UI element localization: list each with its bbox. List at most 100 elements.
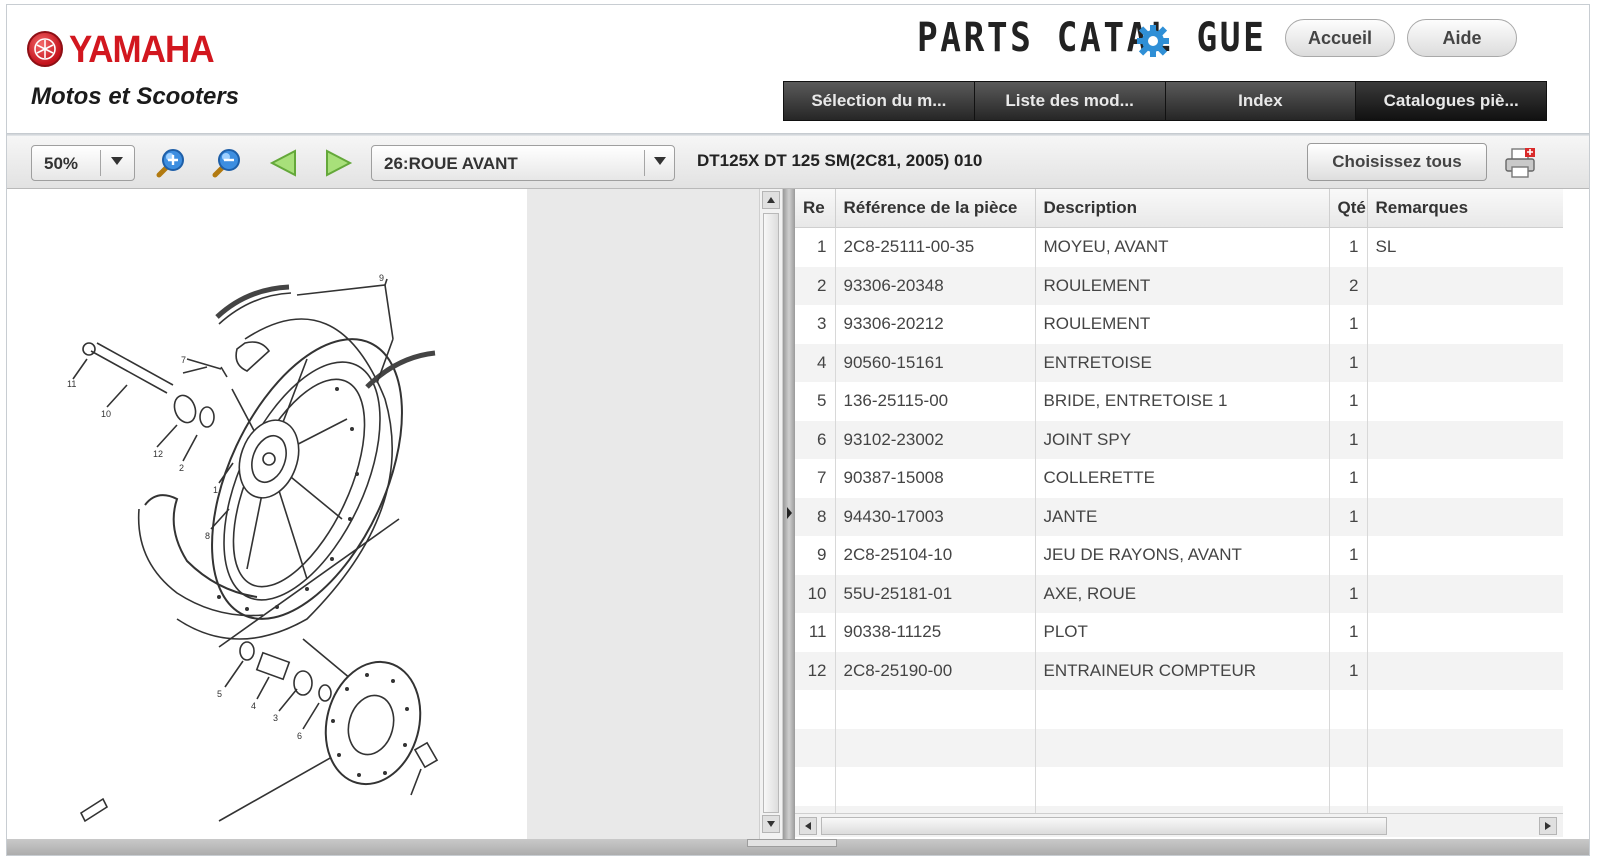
previous-page-icon[interactable] <box>267 146 301 180</box>
cell-remarks <box>1367 266 1563 305</box>
zoom-in-icon[interactable] <box>153 146 187 180</box>
scroll-right-button[interactable] <box>1539 817 1557 835</box>
exploded-diagram[interactable]: 11 10 12 2 1 8 9 7 5 4 3 6 <box>7 189 527 839</box>
table-row[interactable]: 3 93306-20212 ROULEMENT 1 <box>795 305 1563 344</box>
cell-quantity: 1 <box>1329 536 1368 575</box>
help-button[interactable]: Aide <box>1407 19 1517 57</box>
pane-splitter[interactable] <box>783 189 795 839</box>
table-row[interactable]: 7 90387-15008 COLLERETTE 1 <box>795 459 1563 498</box>
table-row[interactable]: 1 2C8-25111-00-35 MOYEU, AVANT 1 SL <box>795 227 1563 267</box>
cell-description: COLLERETTE <box>1035 459 1330 498</box>
select-all-button[interactable]: Choisissez tous <box>1307 143 1487 181</box>
chevron-down-icon <box>654 157 666 165</box>
select-divider <box>100 150 101 176</box>
cell-remarks <box>1367 613 1563 652</box>
cell-part-number: 93102-23002 <box>835 420 1036 459</box>
callout-label: 11 <box>67 379 76 389</box>
chevron-down-icon <box>111 157 123 165</box>
cell-remarks <box>1367 651 1563 690</box>
callout-label: 6 <box>297 731 302 741</box>
table-row[interactable]: 12 2C8-25190-00 ENTRAINEUR COMPTEUR 1 <box>795 651 1563 690</box>
zoom-select[interactable]: 50% <box>31 145 135 181</box>
scrollbar-thumb[interactable] <box>763 213 779 813</box>
table-row[interactable]: 4 90560-15161 ENTRETOISE 1 <box>795 343 1563 382</box>
print-icon[interactable] <box>1503 146 1539 180</box>
diagram-vertical-scrollbar[interactable] <box>759 189 783 839</box>
page-select[interactable]: 26:ROUE AVANT <box>371 145 675 181</box>
next-page-icon[interactable] <box>321 146 355 180</box>
cell-part-number: 2C8-25190-00 <box>835 651 1036 690</box>
column-header-description[interactable]: Description <box>1035 189 1330 228</box>
cell-description: JEU DE RAYONS, AVANT <box>1035 536 1330 575</box>
empty-cell <box>1367 690 1563 729</box>
cell-ref: 7 <box>795 459 836 498</box>
table-row[interactable]: 5 136-25115-00 BRIDE, ENTRETOISE 11 <box>795 382 1563 421</box>
brand-logo: YAMAHA <box>69 29 215 71</box>
cell-quantity: 1 <box>1329 574 1368 613</box>
column-header-ref[interactable]: Re <box>795 189 836 228</box>
gear-icon <box>1137 25 1169 57</box>
column-header-part-number[interactable]: Référence de la pièce <box>835 189 1036 228</box>
cell-ref: 1 <box>795 227 836 267</box>
callout-label: 4 <box>251 701 256 711</box>
cell-description: ENTRETOISE <box>1035 343 1330 382</box>
page-value: 26:ROUE AVANT <box>384 154 518 173</box>
toolbar: 50% 26:ROUE AVANT DT125X DT 125 SM(2C81,… <box>7 136 1589 189</box>
table-row[interactable]: 10 55U-25181-01 AXE, ROUE 1 <box>795 574 1563 613</box>
cell-description: PLOT <box>1035 613 1330 652</box>
scroll-up-button[interactable] <box>762 191 780 209</box>
empty-cell <box>1367 805 1563 813</box>
callout-label: 5 <box>217 689 222 699</box>
cell-description: AXE, ROUE <box>1035 574 1330 613</box>
catalogue-title: PARTS CATAL GUE <box>917 15 1267 61</box>
table-row[interactable]: 8 94430-17003 JANTE 1 <box>795 497 1563 536</box>
empty-cell <box>835 690 1036 729</box>
cell-quantity: 1 <box>1329 420 1368 459</box>
cell-remarks <box>1367 536 1563 575</box>
table-horizontal-scrollbar[interactable] <box>795 813 1563 837</box>
cell-remarks <box>1367 497 1563 536</box>
cell-remarks <box>1367 574 1563 613</box>
empty-cell <box>1035 728 1330 767</box>
cell-part-number: 55U-25181-01 <box>835 574 1036 613</box>
cell-remarks <box>1367 382 1563 421</box>
cell-part-number: 93306-20212 <box>835 305 1036 344</box>
tab-parts-catalogues[interactable]: Catalogues piè... <box>1356 82 1546 120</box>
cell-ref: 3 <box>795 305 836 344</box>
zoom-out-icon[interactable] <box>209 146 243 180</box>
cell-ref: 8 <box>795 497 836 536</box>
cell-remarks <box>1367 343 1563 382</box>
cell-description: JANTE <box>1035 497 1330 536</box>
cell-ref: 2 <box>795 266 836 305</box>
cell-remarks <box>1367 420 1563 459</box>
table-row[interactable]: 11 90338-11125 PLOT 1 <box>795 613 1563 652</box>
cell-description: ROULEMENT <box>1035 266 1330 305</box>
scroll-left-button[interactable] <box>799 817 817 835</box>
cell-quantity: 2 <box>1329 266 1368 305</box>
column-header-quantity[interactable]: Qté <box>1329 189 1368 228</box>
home-button[interactable]: Accueil <box>1285 19 1395 57</box>
table-row[interactable]: 2 93306-20348 ROULEMENT 2 <box>795 266 1563 305</box>
tab-model-list[interactable]: Liste des mod... <box>974 82 1166 120</box>
bottom-resize-handle[interactable] <box>747 839 837 847</box>
table-row[interactable]: 9 2C8-25104-10 JEU DE RAYONS, AVANT 1 <box>795 536 1563 575</box>
empty-cell <box>1035 767 1330 806</box>
cell-part-number: 2C8-25104-10 <box>835 536 1036 575</box>
cell-ref: 12 <box>795 651 836 690</box>
column-header-remarks[interactable]: Remarques <box>1367 189 1563 228</box>
cell-quantity: 1 <box>1329 343 1368 382</box>
callout-label: 1 <box>213 485 218 495</box>
cell-ref: 6 <box>795 420 836 459</box>
empty-cell <box>795 767 836 806</box>
cell-quantity: 1 <box>1329 651 1368 690</box>
tab-index[interactable]: Index <box>1165 82 1357 120</box>
scroll-down-button[interactable] <box>762 815 780 833</box>
scrollbar-thumb[interactable] <box>821 817 1387 835</box>
empty-cell <box>1329 767 1368 806</box>
front-wheel-diagram: 11 10 12 2 1 8 9 7 5 4 3 6 <box>67 273 439 823</box>
table-row[interactable]: 6 93102-23002 JOINT SPY 1 <box>795 420 1563 459</box>
cell-part-number: 90338-11125 <box>835 613 1036 652</box>
callout-label: 10 <box>101 409 111 419</box>
cell-ref: 4 <box>795 343 836 382</box>
tab-model-selection[interactable]: Sélection du m... <box>784 82 975 120</box>
